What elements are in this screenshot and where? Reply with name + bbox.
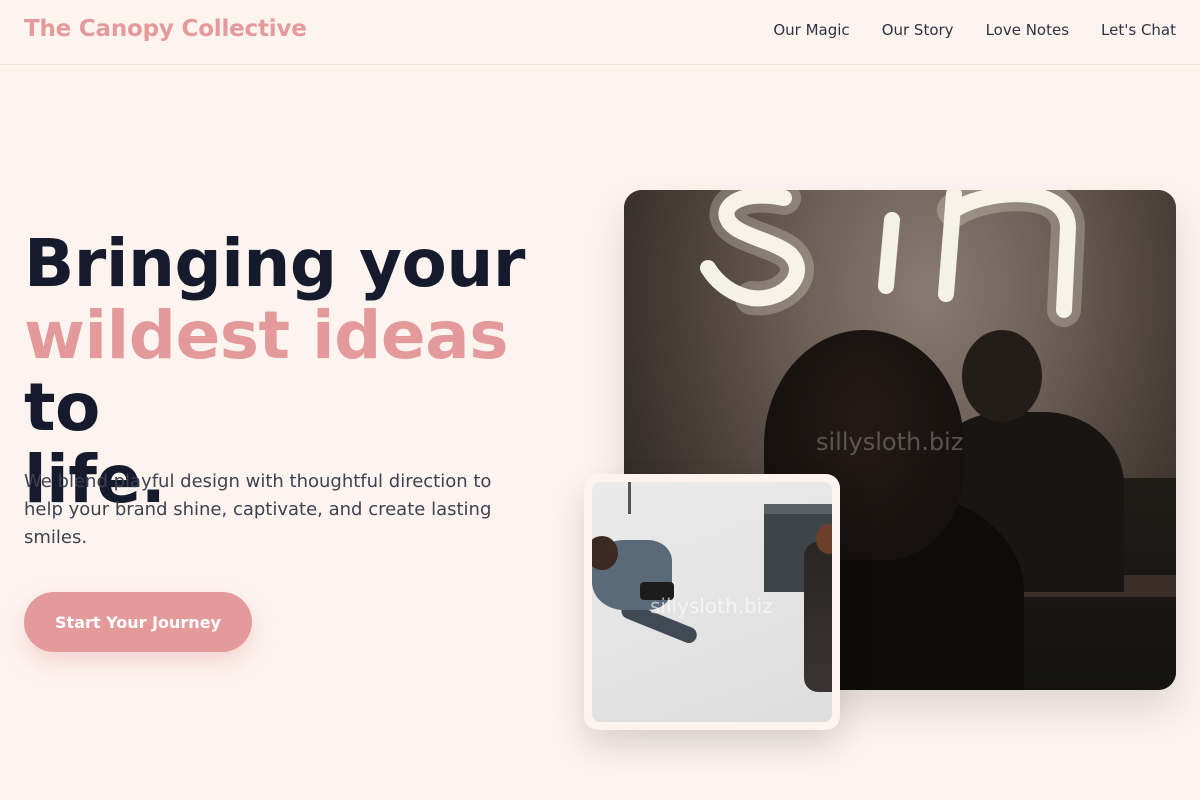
site-header: The Canopy Collective Our Magic Our Stor… [0, 0, 1200, 65]
secondary-photo-inner: sillysloth.biz [592, 482, 832, 722]
headline-part-2: to [24, 369, 100, 446]
nav-link-our-story[interactable]: Our Story [882, 21, 954, 39]
photo-studio-cube-top [764, 504, 832, 514]
start-journey-button[interactable]: Start Your Journey [24, 592, 252, 652]
main-nav: Our Magic Our Story Love Notes Let's Cha… [773, 21, 1176, 39]
main-photo-watermark: sillysloth.biz [816, 428, 964, 456]
brand-logo[interactable]: The Canopy Collective [24, 16, 307, 42]
photo-model [804, 542, 832, 692]
photo-person-back-head [962, 330, 1042, 422]
nav-link-lets-chat[interactable]: Let's Chat [1101, 21, 1176, 39]
headline-part-1: Bringing your [24, 225, 525, 302]
neon-sign-graphic [700, 190, 1086, 327]
hero-subtitle: We blend playful design with thoughtful … [24, 471, 492, 548]
nav-link-our-magic[interactable]: Our Magic [773, 21, 849, 39]
photo-light-stand [628, 482, 631, 514]
secondary-photo-watermark: sillysloth.biz [650, 594, 773, 618]
hero-secondary-photo: sillysloth.biz [584, 474, 840, 730]
nav-link-love-notes[interactable]: Love Notes [986, 21, 1069, 39]
headline-accent: wildest ideas [24, 297, 509, 374]
